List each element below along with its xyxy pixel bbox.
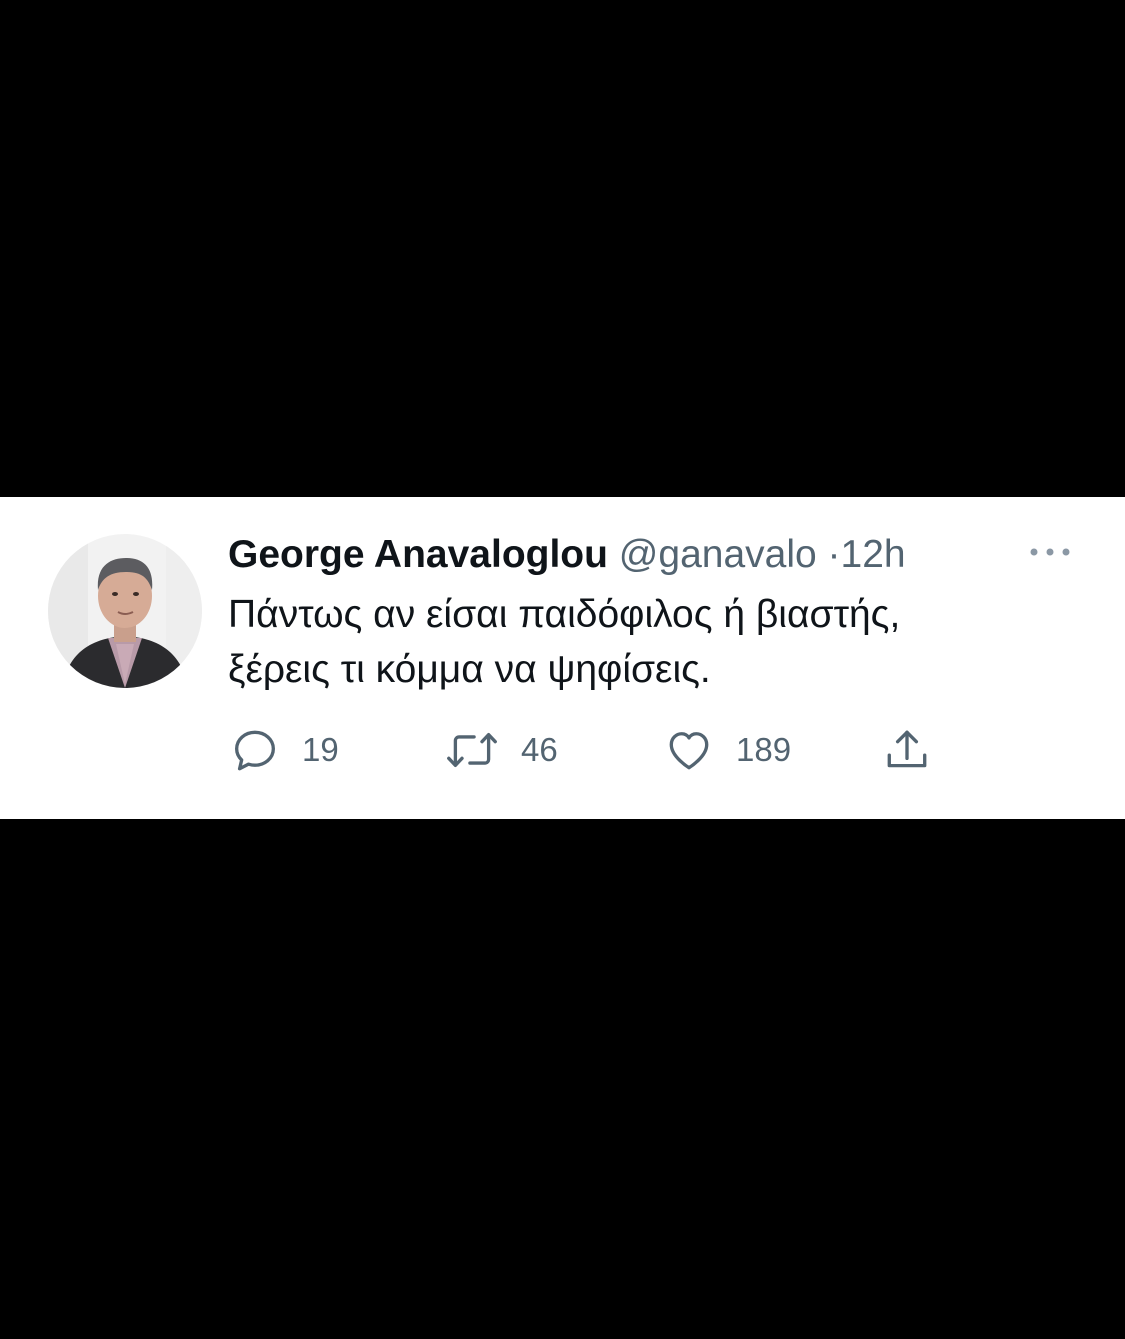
reply-icon	[235, 730, 275, 771]
like-count: 189	[736, 731, 792, 768]
retweet-icon	[447, 732, 497, 768]
user-handle[interactable]: @ganavalo	[619, 533, 817, 576]
tweet-header: George Anavaloglou @ganavalo ·12h	[228, 530, 906, 580]
heart-icon	[669, 732, 709, 770]
avatar[interactable]	[48, 534, 202, 688]
like-button[interactable]: 189	[664, 722, 791, 778]
reply-count: 19	[302, 731, 339, 768]
separator-dot: ·	[827, 533, 841, 576]
tweet-actions: 19 46 189	[0, 722, 1125, 778]
more-dots-icon[interactable]	[1028, 540, 1072, 564]
tweet-text-line-1: Πάντως αν είσαι παιδόφιλος ή βιαστής,	[228, 593, 901, 636]
display-name[interactable]: George Anavaloglou	[228, 533, 608, 576]
tweet-text: Πάντως αν είσαι παιδόφιλος ή βιαστής, ξέ…	[228, 587, 1098, 697]
tweet-text-line-2: ξέρεις τι κόμμα να ψηφίσεις.	[228, 648, 711, 691]
retweet-count: 46	[521, 731, 558, 768]
profile-photo	[48, 534, 202, 688]
reply-button[interactable]: 19	[230, 722, 339, 778]
share-icon	[887, 730, 927, 768]
share-button[interactable]	[882, 722, 932, 778]
retweet-button[interactable]: 46	[445, 722, 558, 778]
tweet-time[interactable]: 12h	[841, 533, 906, 576]
